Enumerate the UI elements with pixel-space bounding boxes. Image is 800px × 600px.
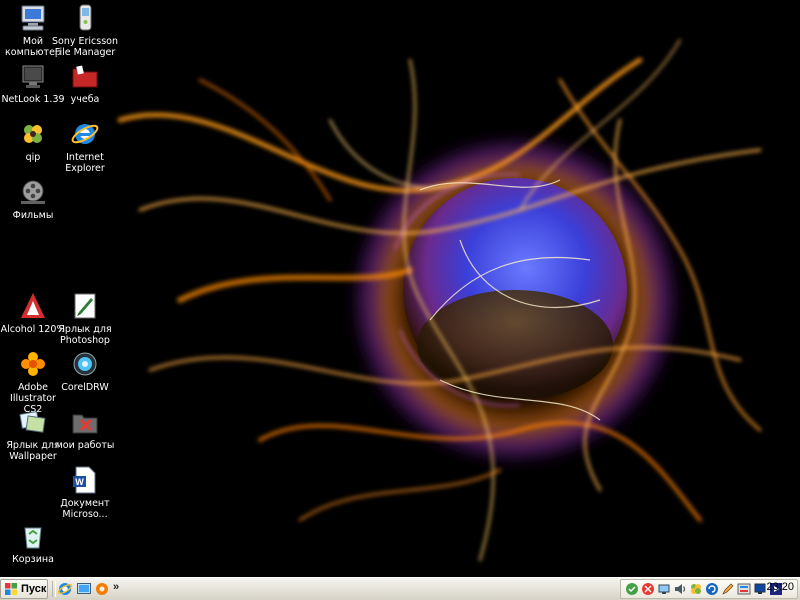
folder-works-icon: [72, 414, 98, 434]
desktop-icon-moi-raboty[interactable]: мои работы: [52, 406, 118, 451]
desktop[interactable]: Мой компьютер Sony Ericsson File Manager…: [0, 0, 800, 577]
pen-icon[interactable]: [721, 582, 735, 596]
wallpaper: [0, 0, 800, 577]
qip-flower-icon: [24, 125, 42, 143]
qip-tray-icon[interactable]: [689, 582, 703, 596]
desktop-icon-label: Корзина: [12, 554, 54, 565]
quick-launch-overflow-chevron[interactable]: »: [113, 581, 119, 593]
desktop-icon-label: учеба: [70, 94, 100, 105]
desktop-icon-filmy[interactable]: Фильмы: [0, 176, 66, 221]
system-clock[interactable]: 23:20: [766, 581, 794, 593]
red-antivirus-icon[interactable]: [641, 582, 655, 596]
desktop-icon-label: Ярлык для Photoshop: [58, 324, 112, 346]
coreldraw-icon: [73, 352, 97, 376]
speaker-icon[interactable]: [673, 582, 687, 596]
internet-explorer-icon[interactable]: [57, 581, 73, 597]
desktop-icon[interactable]: [76, 581, 92, 597]
desktop-icon-document[interactable]: W Документ Microso...: [52, 464, 118, 520]
film-reel-icon: [21, 180, 45, 204]
language-icon[interactable]: [737, 582, 751, 596]
desktop-icon-label: CorelDRW: [61, 382, 109, 393]
my-computer-icon: [21, 5, 45, 31]
svg-text:W: W: [75, 477, 84, 487]
green-shield-icon[interactable]: [625, 582, 639, 596]
desktop-icon-label: мои работы: [55, 440, 115, 451]
desktop-icon-label: Фильмы: [12, 210, 54, 221]
photoshop-icon: [74, 293, 96, 319]
taskbar: Пуск » 23:20: [0, 577, 800, 600]
monitor-icon[interactable]: [753, 582, 767, 596]
wallpaper-icon: [19, 410, 46, 433]
desktop-icon-coreldraw[interactable]: CorelDRW: [52, 348, 118, 393]
desktop-icon-label: Документ Microso...: [60, 498, 110, 520]
recycle-bin-icon: [24, 527, 42, 549]
phone-icon: [79, 4, 92, 31]
desktop-icon-sony-ericsson[interactable]: Sony Ericsson File Manager: [52, 2, 118, 58]
desktop-icon-ie[interactable]: Internet Explorer: [52, 118, 118, 174]
desktop-icon-ucheba[interactable]: учеба: [52, 60, 118, 105]
illustrator-flower-icon: [21, 352, 45, 376]
start-button[interactable]: Пуск: [0, 579, 48, 599]
alcohol-icon: [21, 293, 45, 318]
quick-launch-separator: [52, 581, 56, 597]
netlook-icon: [22, 65, 44, 88]
start-label: Пуск: [21, 583, 47, 595]
desktop-icon-label: Internet Explorer: [65, 152, 105, 174]
desktop-icon-recycle-bin[interactable]: Корзина: [0, 520, 66, 565]
folder-red-icon: [72, 65, 98, 88]
media-icon[interactable]: [94, 581, 110, 597]
desktop-icon-photoshop[interactable]: Ярлык для Photoshop: [52, 290, 118, 346]
word-document-icon: W: [73, 466, 96, 494]
windows-logo-icon: [5, 583, 17, 595]
internet-explorer-icon: [71, 124, 99, 144]
update-icon[interactable]: [705, 582, 719, 596]
desktop-icon-label: Sony Ericsson File Manager: [52, 36, 119, 58]
network-icon[interactable]: [657, 582, 671, 596]
